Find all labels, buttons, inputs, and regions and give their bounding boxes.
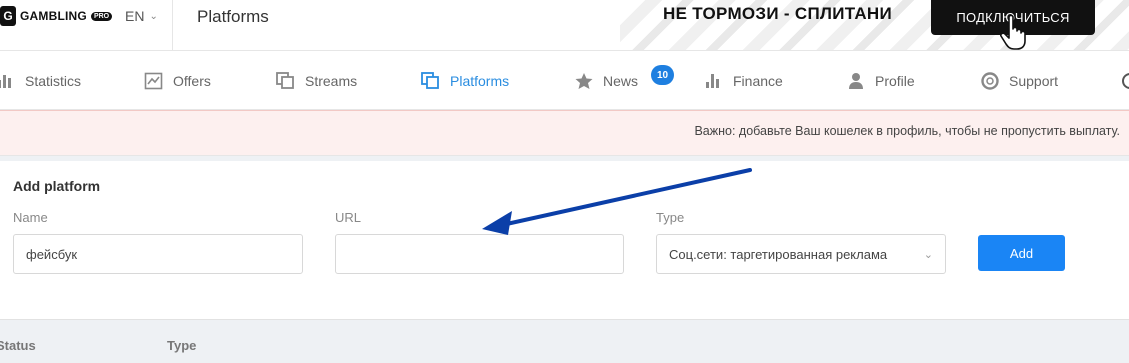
copy-icon xyxy=(276,72,294,89)
nav-item-label: Streams xyxy=(305,73,358,89)
nav-item-offers[interactable]: Offers xyxy=(144,72,211,90)
chart-line-icon xyxy=(144,72,163,90)
nav-item-news[interactable]: News xyxy=(574,72,638,90)
url-input[interactable] xyxy=(335,234,624,274)
logo-mark-icon: G xyxy=(0,6,16,26)
main-nav: Statistics Offers Streams Platforms News… xyxy=(0,52,1129,110)
star-icon xyxy=(575,73,593,89)
column-header-status[interactable]: Status xyxy=(0,338,36,353)
notice-text: Важно: добавьте Ваш кошелек в профиль, ч… xyxy=(694,124,1120,138)
logo[interactable]: G GAMBLING PRO xyxy=(0,6,113,26)
nav-item-label: News xyxy=(603,73,639,89)
top-bar: G GAMBLING PRO EN ⌄ Platforms НЕ ТОРМОЗИ… xyxy=(0,0,1129,51)
lifebuoy-icon xyxy=(981,72,999,90)
nav-item-label: Platforms xyxy=(450,73,510,89)
language-selector[interactable]: EN ⌄ xyxy=(125,8,158,24)
nav-item-finance[interactable]: Finance xyxy=(704,72,783,90)
divider xyxy=(172,0,173,51)
language-label: EN xyxy=(125,8,145,24)
logo-badge: PRO xyxy=(90,11,113,21)
platforms-table-header: Status Type xyxy=(0,319,1129,363)
name-label: Name xyxy=(13,210,48,225)
chevron-down-icon: ⌄ xyxy=(149,10,158,22)
partial-icon[interactable] xyxy=(1121,72,1129,90)
column-header-type[interactable]: Type xyxy=(167,338,196,353)
nav-item-label: Support xyxy=(1009,73,1059,89)
wallet-notice: Важно: добавьте Ваш кошелек в профиль, ч… xyxy=(0,110,1129,156)
nav-item-platforms[interactable]: Platforms xyxy=(421,72,509,90)
nav-item-label: Offers xyxy=(173,73,211,89)
type-label: Type xyxy=(656,210,685,225)
form-title: Add platform xyxy=(13,178,101,194)
nav-item-profile[interactable]: Profile xyxy=(846,72,915,90)
bar-chart-icon xyxy=(0,75,11,88)
banner-text: НЕ ТОРМОЗИ - СПЛИТАНИ xyxy=(663,4,893,23)
name-input[interactable]: фейсбук xyxy=(13,234,303,274)
add-platform-form: Add platform Name фейсбук URL Type Соц.с… xyxy=(0,161,1129,319)
logo-text: GAMBLING xyxy=(20,9,87,23)
nav-item-label: Finance xyxy=(733,73,783,89)
type-select-value: Соц.сети: таргетированная реклама xyxy=(669,246,888,262)
chevron-down-icon: ⌄ xyxy=(923,248,933,261)
nav-item-label: Profile xyxy=(875,73,915,89)
hand-cursor-icon xyxy=(1000,14,1026,50)
nav-item-label: Statistics xyxy=(25,73,82,89)
user-icon xyxy=(849,73,863,89)
type-select[interactable]: Соц.сети: таргетированная реклама ⌄ xyxy=(656,234,946,274)
nav-item-support[interactable]: Support xyxy=(980,72,1058,90)
bar-chart-icon xyxy=(706,74,719,88)
page-title: Platforms xyxy=(197,7,269,26)
news-count-badge: 10 xyxy=(651,65,674,85)
promo-banner: НЕ ТОРМОЗИ - СПЛИТАНИ ПОДКЛЮЧИТЬСЯ xyxy=(620,0,1129,50)
url-label: URL xyxy=(335,210,362,225)
nav-item-streams[interactable]: Streams xyxy=(276,72,357,90)
copy-icon xyxy=(421,72,439,89)
nav-item-statistics[interactable]: Statistics xyxy=(0,72,81,90)
add-button[interactable]: Add xyxy=(978,235,1065,271)
